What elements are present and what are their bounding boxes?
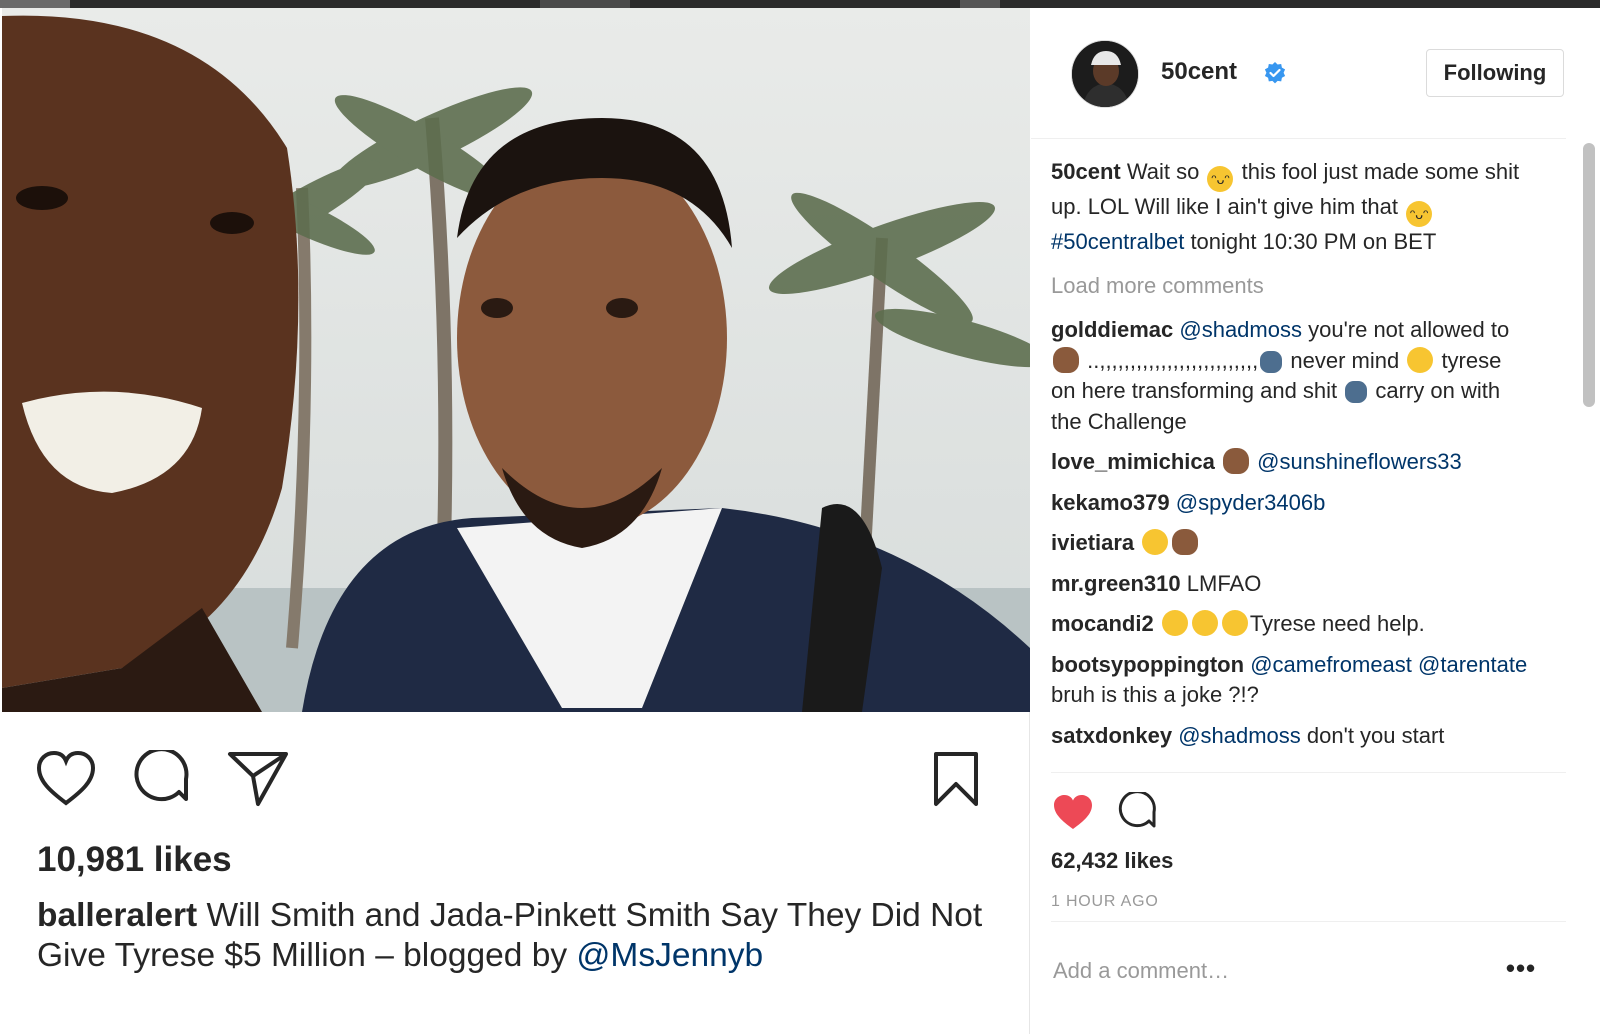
person-facepalming-emoji-icon: [1172, 529, 1199, 555]
photo-illustration: [2, 8, 1030, 712]
speaking-head-emoji-icon: [1260, 350, 1283, 373]
tears-of-joy-emoji-icon: ᵔᴗᵔ: [1406, 201, 1433, 227]
comment-username[interactable]: bootsypoppington: [1051, 652, 1244, 677]
comment-mention[interactable]: @spyder3406b: [1176, 490, 1326, 515]
divider: [1051, 772, 1566, 773]
comment-icon: [1118, 792, 1156, 828]
comment-username[interactable]: satxdonkey: [1051, 723, 1172, 748]
heart-icon: [36, 751, 96, 806]
comment-text: ..,,,,,,,,,,,,,,,,,,,,,,,,,,: [1081, 347, 1259, 373]
caption-mention[interactable]: @MsJennyb: [576, 937, 763, 974]
rolling-laughing-emoji-icon: [1221, 610, 1248, 636]
browser-top-strip: [0, 0, 1600, 8]
post-side-panel: 50cent Following 50cent Wait so ᵔᴗᵔ this…: [1031, 8, 1600, 1034]
post-timestamp[interactable]: 1 HOUR AGO: [1051, 893, 1159, 911]
post-action-bar: [30, 743, 1010, 815]
share-button[interactable]: [222, 743, 294, 815]
comment-username[interactable]: ivietiara: [1051, 530, 1134, 555]
strip-segment: [540, 0, 630, 8]
post-caption: balleralert Will Smith and Jada-Pinkett …: [37, 896, 997, 976]
strip-segment: [960, 0, 1000, 8]
caption-comment: 50cent Wait so ᵔᴗᵔ this fool just made s…: [1051, 157, 1531, 258]
list-item: golddiemac @shadmoss you're not allowed …: [1051, 315, 1531, 437]
header-username[interactable]: 50cent: [1161, 58, 1237, 86]
comment-username[interactable]: kekamo379: [1051, 490, 1170, 515]
list-item: mocandi2 Tyrese need help.: [1051, 609, 1531, 640]
list-item: kekamo379 @spyder3406b: [1051, 488, 1531, 519]
scrollbar-thumb[interactable]: [1583, 143, 1595, 407]
person-tipping-hand-emoji-icon: [1223, 448, 1249, 474]
comment-mention[interactable]: @shadmoss: [1179, 317, 1302, 342]
comment-button[interactable]: [126, 743, 198, 815]
list-item: mr.green310 LMFAO: [1051, 569, 1531, 600]
comment-text: don't you start: [1300, 722, 1445, 748]
verified-badge-icon: [1264, 62, 1286, 84]
post-header: 50cent Following: [1031, 8, 1566, 139]
comment-mention[interactable]: @tarentate: [1418, 652, 1527, 677]
share-icon: [228, 752, 288, 806]
comment-icon: [134, 750, 189, 802]
load-more-comments-link[interactable]: Load more comments: [1051, 271, 1531, 302]
comments-scrollbar[interactable]: [1583, 143, 1595, 773]
panel-likes-count[interactable]: 62,432 likes: [1051, 848, 1173, 874]
avatar-image: [1072, 41, 1138, 107]
strip-segment: [0, 0, 70, 8]
post-photo[interactable]: [2, 8, 1030, 712]
bookmark-icon: [934, 752, 978, 806]
comment-text: never mind: [1284, 347, 1406, 373]
person-shrugging-emoji-icon: [1053, 346, 1079, 373]
comment-username[interactable]: golddiemac: [1051, 317, 1173, 342]
speaking-head-emoji-icon: [1345, 381, 1368, 403]
rolling-laughing-emoji-icon: [1161, 610, 1188, 636]
comment-text: tonight 10:30 PM on BET: [1184, 229, 1437, 254]
list-item: love_mimichica @sunshineflowers33: [1051, 447, 1531, 478]
list-item: satxdonkey @shadmoss don't you start: [1051, 721, 1531, 752]
thinking-face-emoji-icon: [1407, 346, 1434, 373]
divider: [1051, 921, 1566, 922]
more-options-button[interactable]: •••: [1501, 953, 1541, 987]
hashtag-link[interactable]: #50centralbet: [1051, 229, 1184, 254]
comment-username[interactable]: love_mimichica: [1051, 449, 1215, 474]
comment-text: bruh is this a joke ?!?: [1051, 682, 1259, 707]
heart-filled-icon: [1054, 795, 1092, 829]
panel-action-bar: [1049, 788, 1189, 838]
comment-username[interactable]: mr.green310: [1051, 571, 1181, 596]
like-button[interactable]: [30, 743, 102, 815]
unlike-button[interactable]: [1049, 788, 1097, 836]
following-button[interactable]: Following: [1426, 49, 1564, 97]
add-comment-input[interactable]: [1053, 954, 1493, 988]
post-likes-count[interactable]: 10,981 likes: [37, 840, 232, 880]
list-item: ivietiara: [1051, 528, 1531, 559]
list-item: bootsypoppington @camefromeast @tarentat…: [1051, 650, 1531, 711]
embedded-post: 10,981 likes balleralert Will Smith and …: [0, 8, 1030, 1034]
comment-text: you're not allowed to: [1301, 317, 1510, 342]
comment-text: Wait so: [1120, 159, 1206, 184]
caption-username[interactable]: balleralert: [37, 897, 197, 934]
comment-text: LMFAO: [1180, 570, 1262, 596]
comment-button[interactable]: [1113, 788, 1161, 836]
comment-username[interactable]: mocandi2: [1051, 611, 1154, 636]
crying-face-emoji-icon: [1142, 529, 1169, 555]
comment-text: Tyrese need help.: [1249, 611, 1425, 636]
grinning-squint-emoji-icon: ᵔᴗᵔ: [1207, 166, 1234, 192]
comments-list: 50cent Wait so ᵔᴗᵔ this fool just made s…: [1051, 157, 1531, 771]
comment-mention[interactable]: @shadmoss: [1178, 723, 1301, 748]
rolling-laughing-emoji-icon: [1191, 610, 1218, 636]
comment-mention[interactable]: @sunshineflowers33: [1257, 449, 1462, 474]
comment-username[interactable]: 50cent: [1051, 159, 1121, 184]
save-button[interactable]: [920, 743, 992, 815]
comment-mention[interactable]: @camefromeast: [1250, 652, 1412, 677]
avatar[interactable]: [1071, 40, 1139, 108]
